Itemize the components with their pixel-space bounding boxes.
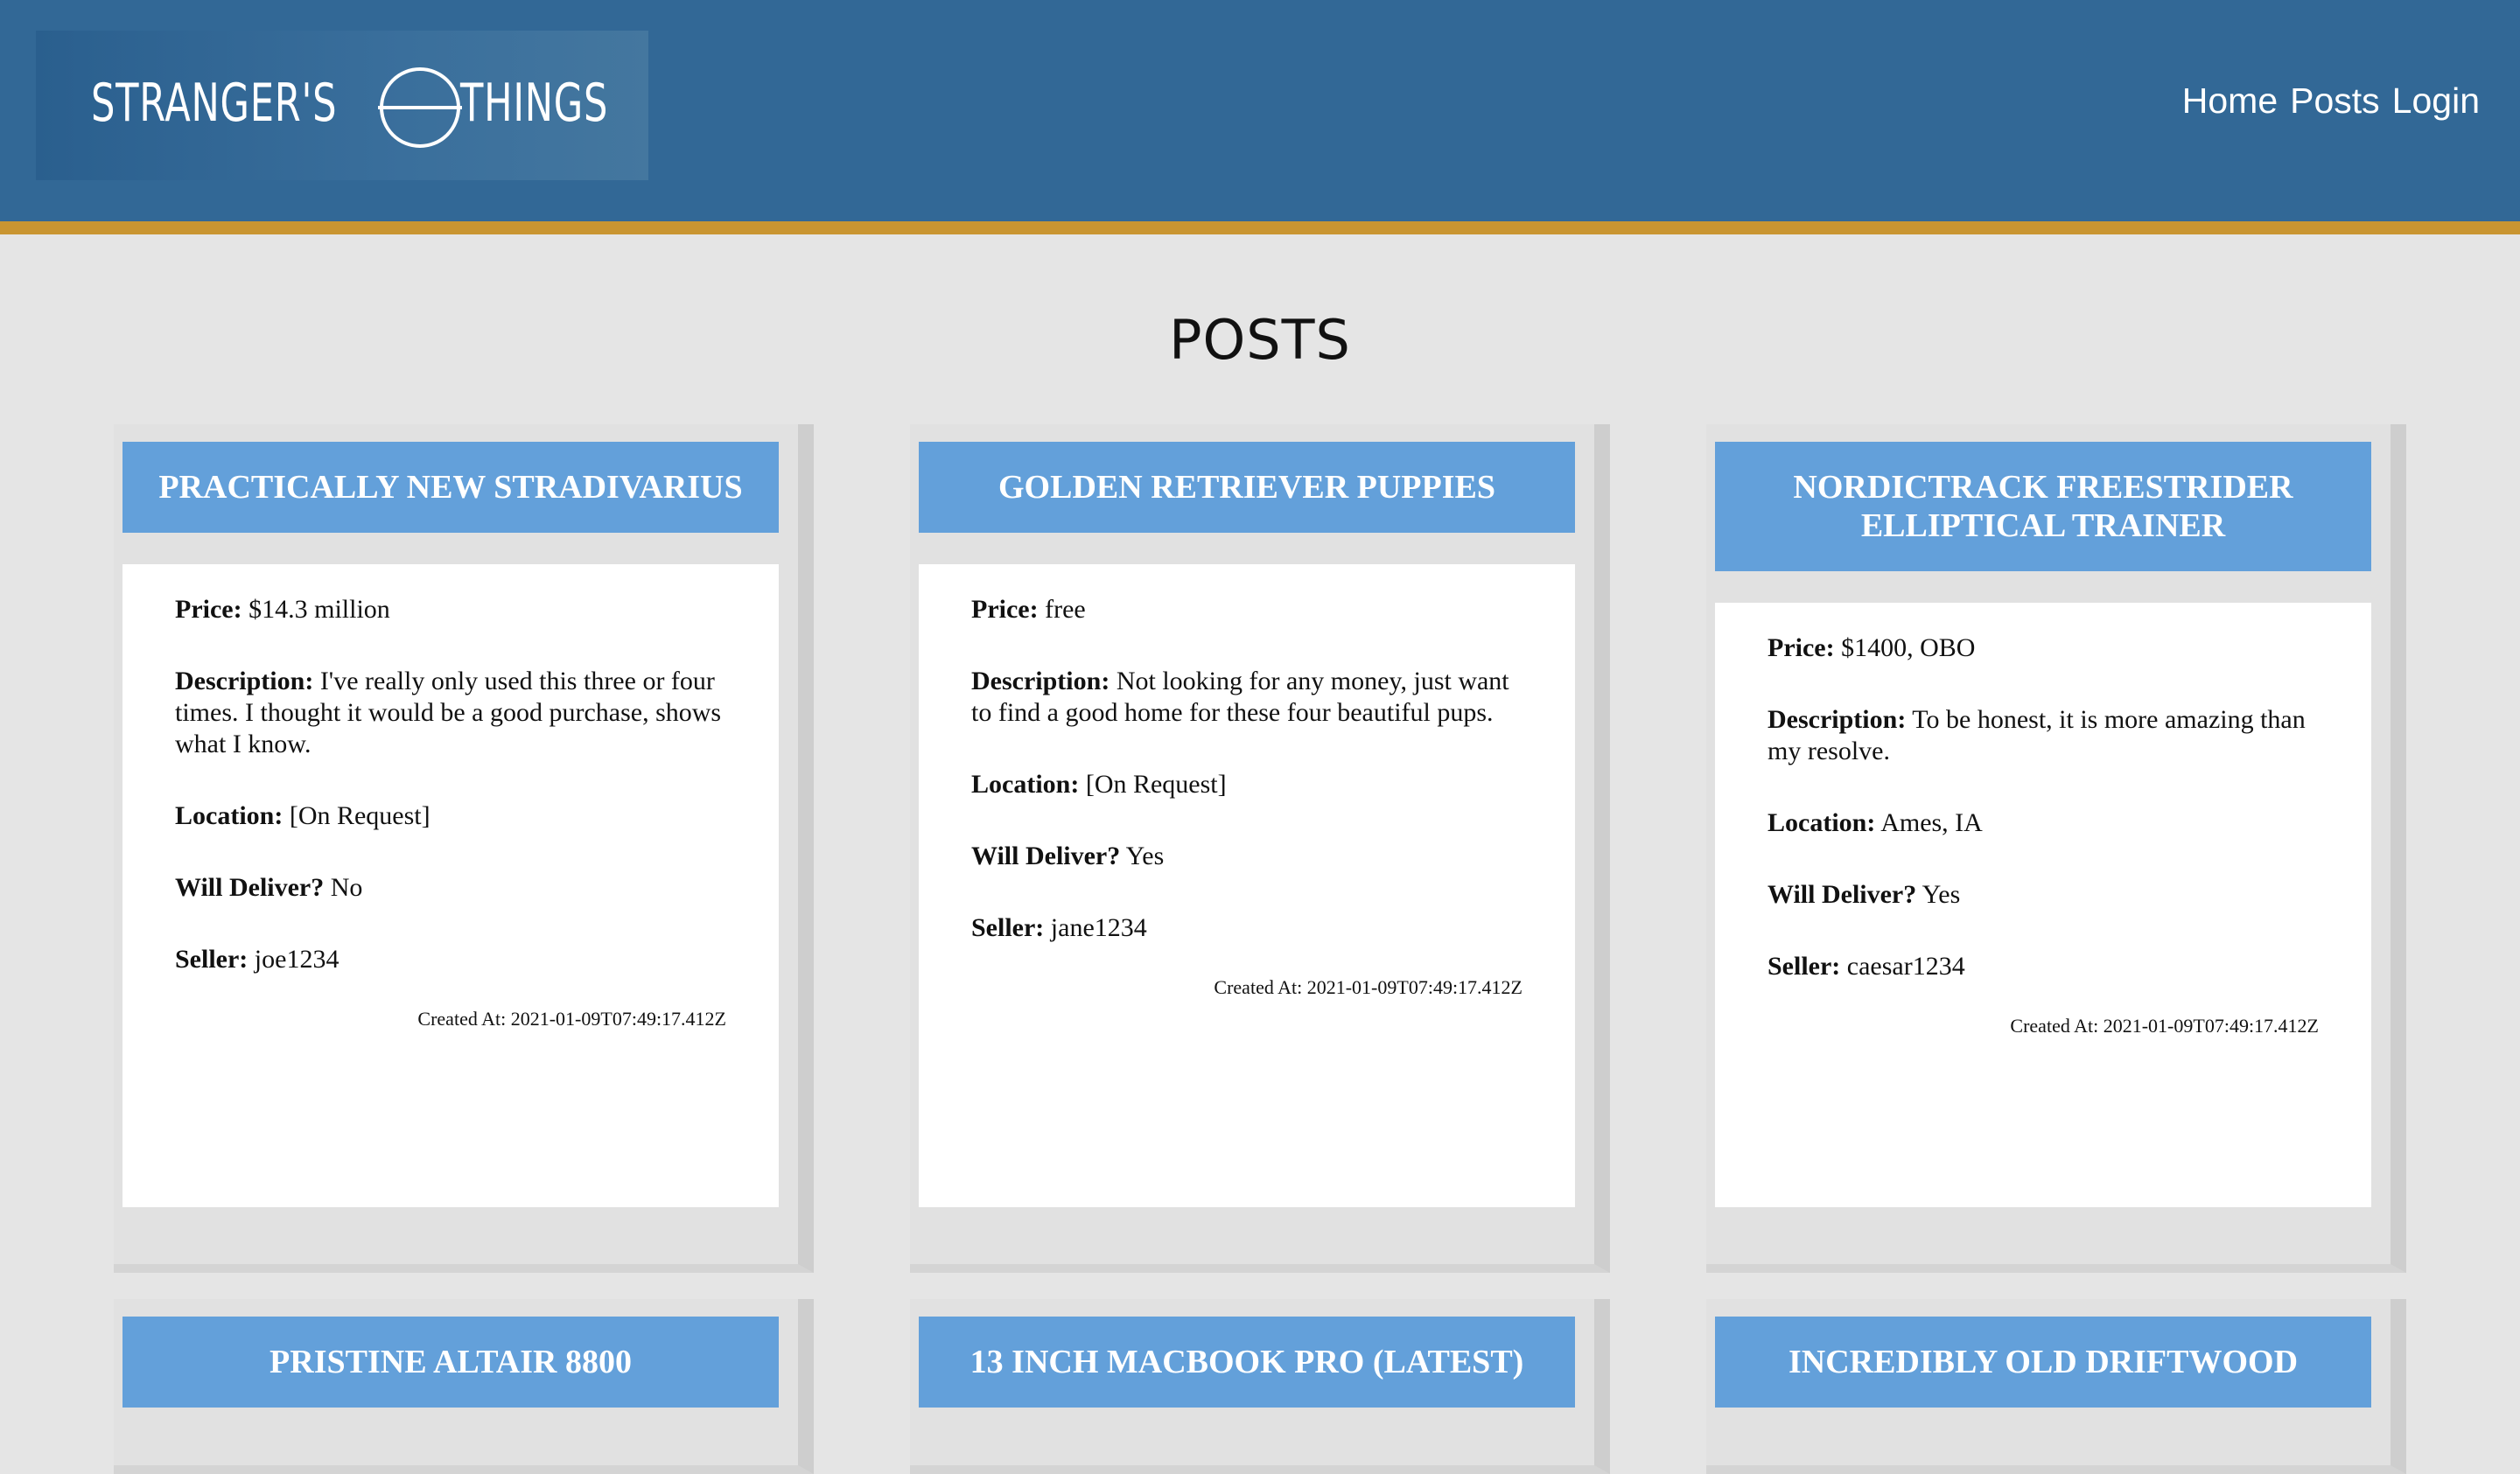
post-title: 13 INCH MACBOOK PRO (LATEST) xyxy=(919,1317,1575,1408)
post-seller: Seller: jane1234 xyxy=(971,913,1147,942)
post-body: Price: $1400, OBO Description: To be hon… xyxy=(1715,603,2371,1207)
post-card: 13 INCH MACBOOK PRO (LATEST) xyxy=(910,1299,1610,1474)
post-body: Price: free Description: Not looking for… xyxy=(919,564,1575,1207)
post-title: PRISTINE ALTAIR 8800 xyxy=(122,1317,779,1408)
post-title: PRACTICALLY NEW STRADIVARIUS xyxy=(122,442,779,533)
post-created-at: Created At: 2021-01-09T07:49:17.412Z xyxy=(1214,976,1522,998)
post-card: GOLDEN RETRIEVER PUPPIES Price: free Des… xyxy=(910,424,1610,1273)
nav-home-link[interactable]: Home xyxy=(2182,80,2278,122)
page-title: POSTS xyxy=(1169,308,1351,372)
post-description: Description: To be honest, it is more am… xyxy=(1768,705,2306,765)
logo-text-right: THINGS xyxy=(460,72,609,134)
post-location: Location: [On Request] xyxy=(971,770,1227,799)
post-location: Location: [On Request] xyxy=(175,801,430,830)
nav-posts-link[interactable]: Posts xyxy=(2290,80,2380,122)
post-will-deliver: Will Deliver? Yes xyxy=(1768,880,1961,909)
site-logo[interactable]: STRANGER'S THINGS xyxy=(36,31,648,180)
post-will-deliver: Will Deliver? No xyxy=(175,873,363,902)
post-body: Price: $14.3 million Description: I've r… xyxy=(122,564,779,1207)
nav-login-link[interactable]: Login xyxy=(2392,80,2480,122)
post-card: INCREDIBLY OLD DRIFTWOOD xyxy=(1706,1299,2406,1474)
post-price: Price: $14.3 million xyxy=(175,595,390,624)
logo-text-left: STRANGER'S xyxy=(91,72,338,134)
post-card: PRACTICALLY NEW STRADIVARIUS Price: $14.… xyxy=(114,424,814,1273)
post-seller: Seller: caesar1234 xyxy=(1768,952,1965,981)
logo-circle-icon xyxy=(378,67,462,148)
post-title: NORDICTRACK FREESTRIDER ELLIPTICAL TRAIN… xyxy=(1715,442,2371,571)
post-card: PRISTINE ALTAIR 8800 xyxy=(114,1299,814,1474)
site-header: STRANGER'S THINGS Home Posts Login xyxy=(0,0,2520,234)
post-title: GOLDEN RETRIEVER PUPPIES xyxy=(919,442,1575,533)
post-price: Price: $1400, OBO xyxy=(1768,633,1976,662)
post-title: INCREDIBLY OLD DRIFTWOOD xyxy=(1715,1317,2371,1408)
post-description: Description: I've really only used this … xyxy=(175,667,722,758)
post-will-deliver: Will Deliver? Yes xyxy=(971,842,1165,870)
post-seller: Seller: joe1234 xyxy=(175,945,340,974)
post-location: Location: Ames, IA xyxy=(1768,808,1983,837)
main-nav: Home Posts Login xyxy=(2182,80,2480,122)
post-created-at: Created At: 2021-01-09T07:49:17.412Z xyxy=(2010,1015,2319,1037)
post-price: Price: free xyxy=(971,595,1086,624)
post-created-at: Created At: 2021-01-09T07:49:17.412Z xyxy=(417,1008,726,1030)
post-description: Description: Not looking for any money, … xyxy=(971,667,1509,727)
post-card: NORDICTRACK FREESTRIDER ELLIPTICAL TRAIN… xyxy=(1706,424,2406,1273)
